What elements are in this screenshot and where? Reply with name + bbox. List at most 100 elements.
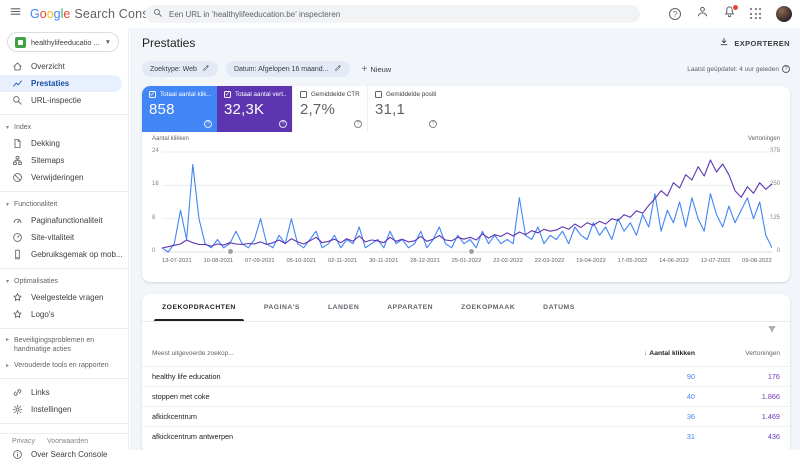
chevron-down-icon: ▼ xyxy=(104,38,111,46)
cell-impressions: 436 xyxy=(767,432,780,441)
x-tick-label: 14-06-2022 xyxy=(659,258,689,264)
sidebar-section-beveiligingsproblemen-en-handmatige-acties[interactable]: ▸ Beveiligingsproblemen en handmatige act… xyxy=(0,334,128,358)
google-apps-button[interactable] xyxy=(749,7,763,21)
tab-zoekopmaak[interactable]: ZOEKOPMAAK xyxy=(447,294,529,321)
search-icon xyxy=(13,96,22,105)
x-tick-label: 30-11-2021 xyxy=(369,258,399,264)
metric-card-totaal-aantal-vert[interactable]: ✓ Totaal aantal vert... 32,3K? xyxy=(217,86,292,132)
help-circle-icon: ? xyxy=(204,120,212,128)
metric-card-gemiddelde-ctr[interactable]: Gemiddelde CTR 2,7%? xyxy=(292,86,367,132)
column-impressions[interactable]: Vertoningen xyxy=(695,350,780,357)
tab-zoekopdrachten[interactable]: ZOEKOPDRACHTEN xyxy=(148,294,250,321)
plus-icon: + xyxy=(361,63,368,75)
sidebar-item-label: Paginafunctionaliteit xyxy=(31,216,103,225)
table-row[interactable]: afkickcentrum antwerpen 31 436 xyxy=(142,426,790,446)
filter-chip-zoektype-web[interactable]: Zoektype: Web xyxy=(142,61,218,77)
filter-bar: Zoektype: Web Datum: Afgelopen 16 maand..… xyxy=(142,60,790,78)
star-icon xyxy=(13,293,22,301)
chart-icon xyxy=(13,80,22,87)
table-row[interactable]: afkickcentrum 36 1.469 xyxy=(142,406,790,426)
x-tick-label: 12-07-2022 xyxy=(700,258,731,264)
metric-label: Totaal aantal vert... xyxy=(235,91,286,98)
sidebar-item-url-inspectie[interactable]: URL-inspectie xyxy=(0,92,128,109)
section-label: Optimalisaties xyxy=(14,278,58,285)
account-avatar[interactable] xyxy=(776,6,792,22)
sidebar-section-verouderde-tools-en-rapporten[interactable]: ▸ Verouderde tools en rapporten xyxy=(0,358,128,373)
footer-link-privacy[interactable]: Privacy xyxy=(12,438,35,445)
sidebar-section-functionaliteit[interactable]: ▾ Functionaliteit xyxy=(0,197,128,212)
sidebar-item-verwijderingen[interactable]: Verwijderingen xyxy=(0,169,128,186)
sidebar-item-overzicht[interactable]: Overzicht xyxy=(0,58,128,75)
sidebar-item-dekking[interactable]: Dekking xyxy=(0,135,128,152)
table-row[interactable]: healthy life education 90 176 xyxy=(142,366,790,386)
property-selector[interactable]: healthylifeeducatio ... ▼ xyxy=(7,32,119,52)
last-updated-text: Laatst geüpdatet: 4 uur geleden xyxy=(687,65,779,73)
star-icon xyxy=(13,310,22,318)
sidebar-item-links[interactable]: Links xyxy=(0,384,128,401)
hamburger-menu-icon[interactable] xyxy=(0,5,30,23)
user-settings-button[interactable] xyxy=(695,6,709,21)
x-tick-label: 22-02-2022 xyxy=(493,258,523,264)
sidebar-item-label: Verwijderingen xyxy=(31,173,84,182)
sidebar-item-paginafunctionaliteit[interactable]: Paginafunctionaliteit xyxy=(0,212,128,229)
export-button[interactable]: EXPORTEREN xyxy=(719,37,790,49)
filter-icon[interactable] xyxy=(766,322,778,340)
x-tick-label: 22-03-2022 xyxy=(534,258,565,264)
tab-datums[interactable]: DATUMS xyxy=(529,294,589,321)
sidebar-section-index[interactable]: ▾ Index xyxy=(0,120,128,135)
checkbox-checked-icon[interactable]: ✓ xyxy=(149,91,156,98)
tab-landen[interactable]: LANDEN xyxy=(314,294,373,321)
checkbox-unchecked-icon[interactable] xyxy=(375,91,382,98)
sidebar-item-logo-s[interactable]: Logo's xyxy=(0,306,128,323)
speed-icon xyxy=(13,233,22,242)
help-button[interactable]: ? xyxy=(668,7,682,21)
column-clicks-sort[interactable]: ↓ Aantal klikken xyxy=(575,350,695,357)
search-icon xyxy=(153,8,163,20)
sidebar-item-site-vitaliteit[interactable]: Site-vitaliteit xyxy=(0,229,128,246)
sidebar-item-label: Dekking xyxy=(31,139,60,148)
help-circle-icon: ? xyxy=(354,120,362,128)
remove-icon xyxy=(13,173,22,182)
sidebar-divider xyxy=(0,114,128,115)
filter-chip-datum-afgelopen-16-maand[interactable]: Datum: Afgelopen 16 maand... xyxy=(225,61,350,77)
sidebar-item-label: Sitemaps xyxy=(31,156,65,165)
table-row[interactable]: stoppen met coke 40 1.866 xyxy=(142,386,790,406)
gauge-icon xyxy=(13,218,22,223)
y-tick-left: 8 xyxy=(152,214,156,221)
new-filter-button[interactable]: + Nieuw xyxy=(362,64,392,75)
edit-icon xyxy=(334,64,342,74)
filter-chips: Zoektype: Web Datum: Afgelopen 16 maand..… xyxy=(142,61,350,77)
checkbox-unchecked-icon[interactable] xyxy=(300,91,307,98)
mobile-icon xyxy=(15,249,20,260)
sidebar-item-gebruiksgemak-op-mob[interactable]: Gebruiksgemak op mob... xyxy=(0,246,128,263)
x-tick-label: 05-10-2021 xyxy=(286,258,317,264)
chart-canvas[interactable] xyxy=(162,146,772,258)
x-axis-labels: 13-07-2021 10-08-2021 07-09-2021 05-10-2021… xyxy=(162,258,772,264)
series-totaal-aantal-klikken xyxy=(162,163,772,253)
metric-value: 31,1 xyxy=(375,101,405,118)
tab-apparaten[interactable]: APPARATEN xyxy=(373,294,447,321)
sidebar-item-instellingen[interactable]: Instellingen xyxy=(0,401,128,418)
right-axis-label: Vertoningen xyxy=(747,136,780,142)
column-dimension[interactable]: Meest uitgevoerde zoekop... xyxy=(152,350,575,357)
url-inspect-search-input[interactable]: Een URL in 'healthylifeeducation.be' ins… xyxy=(145,5,640,23)
sidebar-item-prestaties[interactable]: Prestaties xyxy=(0,75,122,92)
y-tick-left: 0 xyxy=(152,248,156,254)
x-tick-label: 13-07-2021 xyxy=(162,258,192,264)
metric-card-totaal-aantal-klik[interactable]: ✓ Totaal aantal klik... 858? xyxy=(142,86,217,132)
notifications-button[interactable] xyxy=(722,4,739,21)
metric-card-gemiddelde-positie[interactable]: Gemiddelde positie 31,1? xyxy=(367,86,442,132)
footer-link-voorwaarden[interactable]: Voorwaarden xyxy=(47,438,88,445)
sidebar-nav: Overzicht Prestaties URL-inspectie ▾ Index De… xyxy=(0,58,128,463)
sidebar-divider xyxy=(0,423,128,424)
sidebar-divider xyxy=(0,328,128,329)
last-updated: Laatst geüpdatet: 4 uur geleden ? xyxy=(687,65,790,73)
metric-cards: ✓ Totaal aantal klik... 858? ✓ Totaal aantal… xyxy=(142,86,790,132)
property-favicon xyxy=(15,36,26,48)
page-title: Prestaties xyxy=(142,36,196,50)
sidebar-item-veelgestelde-vragen[interactable]: Veelgestelde vragen xyxy=(0,289,128,306)
sidebar-item-sitemaps[interactable]: Sitemaps xyxy=(0,152,128,169)
tab-pagina-s[interactable]: PAGINA'S xyxy=(250,294,314,321)
sidebar-section-optimalisaties[interactable]: ▾ Optimalisaties xyxy=(0,274,128,289)
checkbox-checked-icon[interactable]: ✓ xyxy=(224,91,231,98)
